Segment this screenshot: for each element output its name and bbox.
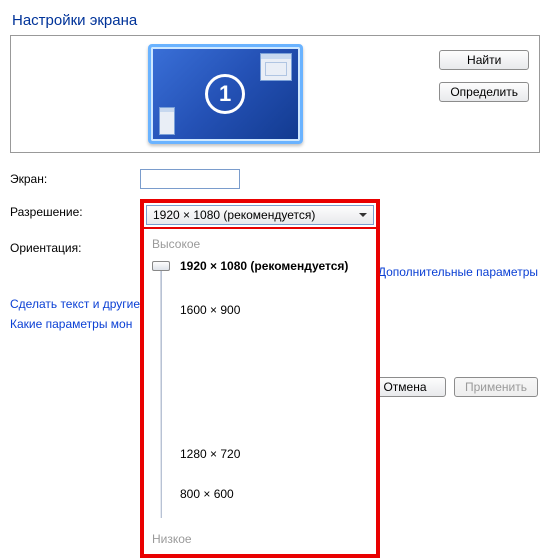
- resolution-options: 1920 × 1080 (рекомендуется) 1600 × 900 128…: [180, 257, 368, 526]
- apply-button[interactable]: Применить: [454, 377, 538, 397]
- resolution-slider[interactable]: [152, 261, 170, 526]
- dropdown-high-label: Высокое: [152, 237, 368, 251]
- resolution-dropdown: Высокое 1920 × 1080 (рекомендуется) 1600 …: [140, 229, 380, 558]
- monitor-1[interactable]: 1: [148, 44, 303, 144]
- detect-button[interactable]: Определить: [439, 82, 529, 102]
- monitor-area: 1: [21, 44, 429, 144]
- resolution-option[interactable]: 1920 × 1080 (рекомендуется): [180, 259, 368, 273]
- row-screen: Экран:: [10, 169, 540, 189]
- resolution-option[interactable]: 800 × 600: [180, 487, 368, 501]
- resolution-option[interactable]: 1280 × 720: [180, 447, 368, 461]
- label-screen: Экран:: [10, 172, 140, 186]
- screen-input[interactable]: [140, 169, 240, 189]
- label-orientation: Ориентация:: [10, 241, 140, 255]
- text-size-link[interactable]: Сделать текст и другие: [10, 297, 140, 311]
- resolution-option[interactable]: 1600 × 900: [180, 303, 368, 317]
- which-params-link[interactable]: Какие параметры мон: [10, 317, 132, 331]
- label-resolution: Разрешение:: [10, 199, 140, 219]
- monitor-preview-frame: 1 Найти Определить: [10, 35, 540, 153]
- find-button[interactable]: Найти: [439, 50, 529, 70]
- slider-thumb[interactable]: [152, 261, 170, 271]
- resolution-selected-text: 1920 × 1080 (рекомендуется): [153, 208, 315, 222]
- monitor-window-icon: [260, 53, 292, 81]
- monitor-panel-icon: [159, 107, 175, 135]
- row-resolution: Разрешение: 1920 × 1080 (рекомендуется) …: [10, 199, 540, 231]
- advanced-params-link[interactable]: Дополнительные параметры: [378, 265, 538, 279]
- monitor-number: 1: [205, 74, 245, 114]
- preview-buttons: Найти Определить: [439, 44, 529, 102]
- dropdown-low-label: Низкое: [152, 532, 368, 546]
- slider-track: [160, 269, 162, 518]
- resolution-combobox[interactable]: 1920 × 1080 (рекомендуется): [146, 205, 374, 225]
- chevron-down-icon: [359, 213, 367, 217]
- page-title: Настройки экрана: [12, 12, 540, 29]
- resolution-combo-highlight: 1920 × 1080 (рекомендуется) Высокое 1920…: [140, 199, 380, 231]
